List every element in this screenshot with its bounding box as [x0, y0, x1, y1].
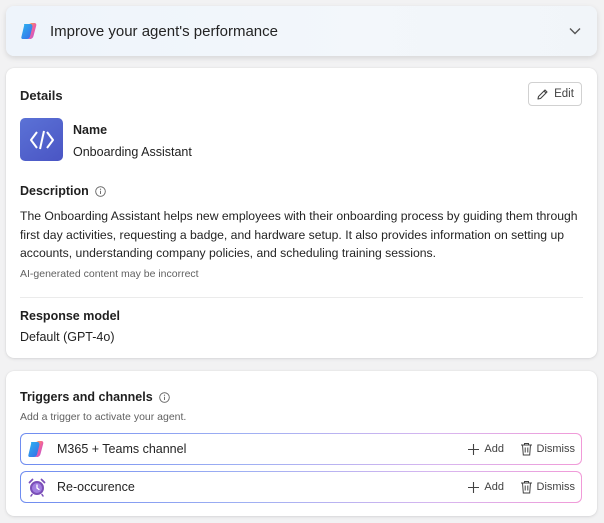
- details-card: Details Edit Name Onboarding Assistant D…: [6, 68, 597, 358]
- dismiss-label: Dismiss: [536, 481, 576, 493]
- info-icon[interactable]: [95, 185, 106, 197]
- code-brackets-icon: [29, 129, 55, 151]
- dismiss-button[interactable]: Dismiss: [520, 442, 576, 456]
- add-label: Add: [484, 443, 504, 455]
- add-label: Add: [484, 481, 504, 493]
- banner-title: Improve your agent's performance: [50, 22, 278, 40]
- description-text: The Onboarding Assistant helps new emplo…: [20, 209, 578, 260]
- name-label: Name: [73, 123, 108, 137]
- edit-button[interactable]: Edit: [528, 82, 582, 106]
- plus-icon: [467, 443, 480, 456]
- dismiss-button[interactable]: Dismiss: [520, 480, 576, 494]
- divider: [20, 297, 583, 298]
- alarm-clock-icon: [27, 477, 47, 497]
- description-label: Description: [20, 184, 89, 198]
- copilot-logo-icon: [20, 21, 40, 41]
- description-header: Description: [20, 184, 106, 198]
- trash-icon: [520, 480, 533, 494]
- ai-disclaimer: AI-generated content may be incorrect: [20, 268, 199, 280]
- trigger-label: Re-occurence: [57, 480, 135, 494]
- trash-icon: [520, 442, 533, 456]
- agent-name: Onboarding Assistant: [73, 145, 192, 159]
- edit-label: Edit: [554, 88, 574, 100]
- pencil-icon: [536, 88, 549, 101]
- add-button[interactable]: Add: [467, 481, 504, 494]
- trigger-label: M365 + Teams channel: [57, 442, 187, 456]
- triggers-card: Triggers and channels Add a trigger to a…: [6, 371, 597, 516]
- agent-avatar: [20, 118, 63, 161]
- response-model-label: Response model: [20, 309, 121, 323]
- triggers-subtitle: Add a trigger to activate your agent.: [20, 411, 187, 423]
- trigger-item-m365-teams[interactable]: M365 + Teams channel Add Dismiss: [20, 433, 582, 465]
- triggers-title: Triggers and channels: [20, 390, 153, 404]
- performance-banner[interactable]: Improve your agent's performance: [6, 6, 597, 56]
- triggers-header: Triggers and channels: [20, 390, 170, 404]
- chevron-down-icon[interactable]: [567, 23, 583, 39]
- info-icon[interactable]: [158, 391, 170, 403]
- details-title: Details: [20, 88, 63, 103]
- copilot-logo-icon: [27, 439, 47, 459]
- trigger-item-re-occurence[interactable]: Re-occurence Add Dismiss: [20, 471, 582, 503]
- response-model-value: Default (GPT-4o): [20, 330, 115, 344]
- add-button[interactable]: Add: [467, 443, 504, 456]
- dismiss-label: Dismiss: [536, 443, 576, 455]
- plus-icon: [467, 481, 480, 494]
